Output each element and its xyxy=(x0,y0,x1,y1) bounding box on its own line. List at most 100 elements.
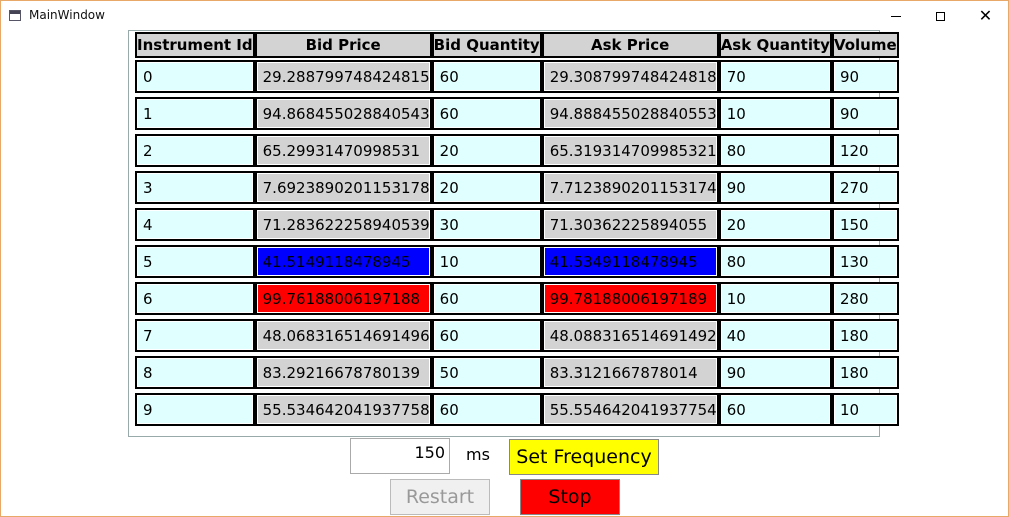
cell-ask-price[interactable]: 94.888455028840553 xyxy=(541,97,719,130)
cell-ask-quantity-container: 80 xyxy=(718,132,832,169)
cell-volume[interactable]: 270 xyxy=(831,171,899,204)
cell-ask-quantity[interactable]: 70 xyxy=(718,60,832,93)
cell-volume[interactable]: 120 xyxy=(831,134,899,167)
cell-instrument-id[interactable]: 6 xyxy=(135,282,255,315)
cell-bid-quantity[interactable]: 60 xyxy=(431,97,542,130)
cell-bid-quantity[interactable]: 30 xyxy=(431,208,542,241)
cell-ask-price[interactable]: 41.5349118478945 xyxy=(541,245,719,278)
cell-ask-quantity[interactable]: 80 xyxy=(718,134,832,167)
cell-bid-quantity[interactable]: 20 xyxy=(431,134,542,167)
cell-instrument-id-container: 3 xyxy=(135,169,255,206)
cell-instrument-id[interactable]: 8 xyxy=(135,356,255,389)
cell-instrument-id[interactable]: 5 xyxy=(135,245,255,278)
cell-bid-price-container: 29.288799748424815 xyxy=(254,58,432,95)
column-header-bid-price[interactable]: Bid Price xyxy=(254,32,432,58)
cell-instrument-id[interactable]: 4 xyxy=(135,208,255,241)
cell-bid-quantity[interactable]: 50 xyxy=(431,356,542,389)
table-row[interactable]: 1 94.868455028840543 60 94.888455028840553 1… xyxy=(135,95,899,132)
table-row[interactable]: 0 29.288799748424815 60 29.308799748424818 7… xyxy=(135,58,899,95)
cell-ask-quantity[interactable]: 90 xyxy=(718,171,832,204)
cell-bid-price[interactable]: 99.76188006197188 xyxy=(254,282,432,315)
maximize-button[interactable] xyxy=(918,1,963,31)
cell-ask-price[interactable]: 55.554642041937754 xyxy=(541,393,719,426)
cell-ask-price-container: 83.3121667878014 xyxy=(541,354,719,391)
table-row[interactable]: 4 71.283622258940539 30 71.30362225894055 20… xyxy=(135,206,899,243)
cell-bid-quantity[interactable]: 60 xyxy=(431,319,542,352)
cell-ask-price-container: 94.888455028840553 xyxy=(541,95,719,132)
cell-ask-price[interactable]: 65.319314709985321 xyxy=(541,134,719,167)
cell-volume[interactable]: 150 xyxy=(831,208,899,241)
cell-instrument-id[interactable]: 3 xyxy=(135,171,255,204)
column-header-bid-quantity[interactable]: Bid Quantity xyxy=(431,32,542,58)
cell-volume[interactable]: 10 xyxy=(831,393,899,426)
column-header-ask-quantity[interactable]: Ask Quantity xyxy=(718,32,832,58)
column-header-ask-price[interactable]: Ask Price xyxy=(541,32,719,58)
cell-ask-price[interactable]: 29.308799748424818 xyxy=(541,60,719,93)
cell-volume-container: 120 xyxy=(831,132,899,169)
table-row[interactable]: 6 99.76188006197188 60 99.78188006197189 10 2… xyxy=(135,280,899,317)
cell-volume[interactable]: 180 xyxy=(831,319,899,352)
header-row: Instrument Id Bid Price Bid Quantity Ask… xyxy=(135,32,899,58)
frequency-input[interactable]: 150 xyxy=(350,438,450,474)
cell-instrument-id[interactable]: 7 xyxy=(135,319,255,352)
cell-volume-container: 180 xyxy=(831,317,899,354)
cell-bid-price[interactable]: 7.6923890201153178 xyxy=(254,171,432,204)
cell-ask-price[interactable]: 83.3121667878014 xyxy=(541,356,719,389)
cell-instrument-id[interactable]: 2 xyxy=(135,134,255,167)
minimize-button[interactable] xyxy=(873,1,918,31)
cell-ask-quantity-container: 70 xyxy=(718,58,832,95)
cell-bid-price[interactable]: 94.868455028840543 xyxy=(254,97,432,130)
cell-bid-quantity[interactable]: 60 xyxy=(431,282,542,315)
cell-bid-quantity[interactable]: 10 xyxy=(431,245,542,278)
table-row[interactable]: 7 48.068316514691496 60 48.088316514691492 4… xyxy=(135,317,899,354)
set-frequency-button[interactable]: Set Frequency xyxy=(509,439,659,475)
cell-bid-price[interactable]: 65.29931470998531 xyxy=(254,134,432,167)
title-bar[interactable]: MainWindow ✕ xyxy=(1,1,1008,31)
cell-instrument-id[interactable]: 1 xyxy=(135,97,255,130)
close-icon: ✕ xyxy=(978,6,993,25)
cell-ask-quantity[interactable]: 60 xyxy=(718,393,832,426)
cell-instrument-id[interactable]: 9 xyxy=(135,393,255,426)
cell-ask-quantity[interactable]: 20 xyxy=(718,208,832,241)
cell-ask-price-container: 71.30362225894055 xyxy=(541,206,719,243)
cell-bid-price[interactable]: 83.29216678780139 xyxy=(254,356,432,389)
cell-instrument-id[interactable]: 0 xyxy=(135,60,255,93)
close-button[interactable]: ✕ xyxy=(963,1,1008,31)
cell-bid-quantity[interactable]: 60 xyxy=(431,60,542,93)
cell-instrument-id-container: 0 xyxy=(135,58,255,95)
cell-ask-quantity[interactable]: 10 xyxy=(718,97,832,130)
cell-bid-quantity-container: 30 xyxy=(431,206,542,243)
cell-volume[interactable]: 180 xyxy=(831,356,899,389)
cell-ask-price[interactable]: 71.30362225894055 xyxy=(541,208,719,241)
cell-bid-price[interactable]: 55.534642041937758 xyxy=(254,393,432,426)
cell-volume[interactable]: 280 xyxy=(831,282,899,315)
cell-bid-quantity[interactable]: 20 xyxy=(431,171,542,204)
cell-ask-price[interactable]: 99.78188006197189 xyxy=(541,282,719,315)
cell-bid-quantity-container: 60 xyxy=(431,317,542,354)
cell-ask-price-container: 99.78188006197189 xyxy=(541,280,719,317)
table-row[interactable]: 3 7.6923890201153178 20 7.7123890201153174 9… xyxy=(135,169,899,206)
stop-button[interactable]: Stop xyxy=(520,479,620,515)
cell-ask-quantity[interactable]: 10 xyxy=(718,282,832,315)
cell-volume[interactable]: 90 xyxy=(831,60,899,93)
cell-ask-quantity[interactable]: 80 xyxy=(718,245,832,278)
cell-ask-price[interactable]: 48.088316514691492 xyxy=(541,319,719,352)
cell-volume[interactable]: 90 xyxy=(831,97,899,130)
cell-bid-quantity[interactable]: 60 xyxy=(431,393,542,426)
table-row[interactable]: 9 55.534642041937758 60 55.554642041937754 6… xyxy=(135,391,899,428)
cell-bid-price[interactable]: 48.068316514691496 xyxy=(254,319,432,352)
cell-instrument-id-container: 5 xyxy=(135,243,255,280)
table-row[interactable]: 8 83.29216678780139 50 83.3121667878014 90 18… xyxy=(135,354,899,391)
restart-button[interactable]: Restart xyxy=(390,479,490,515)
column-header-volume[interactable]: Volume xyxy=(831,32,899,58)
cell-bid-price[interactable]: 41.5149118478945 xyxy=(254,245,432,278)
column-header-instrument-id[interactable]: Instrument Id xyxy=(135,32,255,58)
cell-bid-price[interactable]: 71.283622258940539 xyxy=(254,208,432,241)
cell-bid-price[interactable]: 29.288799748424815 xyxy=(254,60,432,93)
cell-ask-price[interactable]: 7.7123890201153174 xyxy=(541,171,719,204)
table-row[interactable]: 5 41.5149118478945 10 41.5349118478945 80 130 xyxy=(135,243,899,280)
table-row[interactable]: 2 65.29931470998531 20 65.319314709985321 80… xyxy=(135,132,899,169)
cell-volume[interactable]: 130 xyxy=(831,245,899,278)
cell-ask-quantity[interactable]: 40 xyxy=(718,319,832,352)
cell-ask-quantity[interactable]: 90 xyxy=(718,356,832,389)
